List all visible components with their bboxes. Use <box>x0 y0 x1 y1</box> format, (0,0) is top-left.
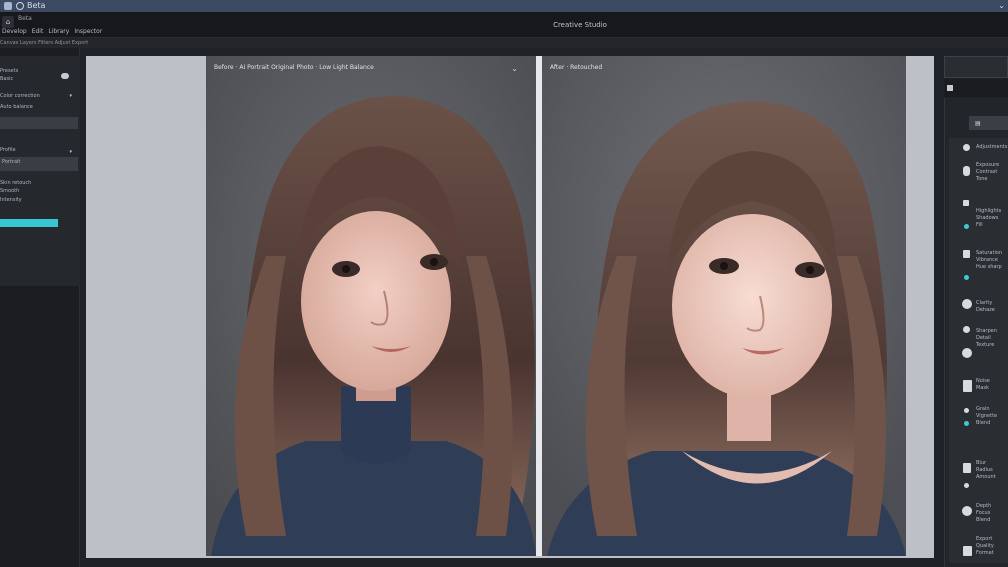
list-item[interactable]: Clarity Dehaze <box>976 300 995 314</box>
window-title: Beta <box>27 1 46 10</box>
window-menu-chevron-icon[interactable]: ⌄ <box>998 0 1005 12</box>
list-item-dot[interactable] <box>964 483 969 488</box>
layers-icon[interactable]: ▤ <box>975 120 981 127</box>
skin-smooth-option[interactable]: Smooth <box>0 188 19 194</box>
list-item[interactable]: Sharpen Detail Texture <box>976 328 997 349</box>
menu-item-library[interactable]: Library <box>48 28 69 35</box>
list-item[interactable]: Adjustments <box>976 144 1007 151</box>
main-menu: Develop Edit Library Inspector <box>2 28 102 35</box>
list-item-dot[interactable] <box>963 380 972 392</box>
list-item-dot[interactable] <box>964 408 969 413</box>
list-item-dot[interactable] <box>963 200 969 206</box>
window-icon[interactable] <box>16 2 24 10</box>
chevron-down-icon[interactable]: ⌄ <box>511 64 518 73</box>
menu-bar: ⌂ Beta Develop Edit Library Inspector Cr… <box>0 12 1008 38</box>
profile-field[interactable] <box>0 117 78 129</box>
before-viewer-label: Before · AI Portrait Original Photo · Lo… <box>214 64 374 71</box>
portrait-before-image <box>206 56 536 556</box>
intensity-label: Intensity <box>0 197 22 203</box>
sub-toolbar-text[interactable]: Canvas Layers Filters Adjust Export <box>0 39 88 48</box>
section-color-correction[interactable]: Color correction <box>0 93 40 99</box>
list-item-dot[interactable] <box>963 326 970 333</box>
status-dot <box>964 421 969 426</box>
app-icon <box>4 2 12 10</box>
list-item[interactable]: Noise Mask <box>976 378 990 392</box>
list-item[interactable]: Saturation Vibrance Hue sharp <box>976 250 1002 271</box>
preset-basic[interactable]: Basic <box>0 76 13 82</box>
list-item[interactable]: Depth Focus Blend <box>976 503 991 524</box>
after-viewer[interactable]: After · Retouched <box>542 56 906 556</box>
list-item[interactable]: Blur Radius Amount <box>976 460 996 481</box>
list-item[interactable]: Grain Vignette Blend <box>976 406 997 427</box>
intensity-slider[interactable] <box>0 219 58 227</box>
document-title: Creative Studio <box>553 21 607 29</box>
list-item-dot[interactable] <box>962 348 972 358</box>
auto-balance-option[interactable]: Auto balance <box>0 104 33 110</box>
cloud-icon[interactable] <box>61 73 69 79</box>
chevron-down-icon[interactable]: ▾ <box>69 149 72 155</box>
profile-portrait: Portrait <box>2 159 21 165</box>
right-panel-header[interactable] <box>944 56 1008 78</box>
list-item-dot[interactable] <box>962 299 972 309</box>
list-item[interactable]: Highlights Shadows Fill <box>976 208 1001 229</box>
section-profile[interactable]: Profile <box>0 147 16 153</box>
adjustment-list: Adjustments Exposure Contrast Tone Highl… <box>949 138 1008 563</box>
list-item[interactable]: Exposure Contrast Tone <box>976 162 999 183</box>
portrait-after-image <box>542 56 906 556</box>
status-dot <box>964 224 969 229</box>
section-skin-retouch[interactable]: Skin retouch <box>0 180 31 186</box>
list-item-dot[interactable] <box>963 463 971 473</box>
status-dot <box>964 275 969 280</box>
section-presets[interactable]: Presets <box>0 68 18 74</box>
list-item-dot[interactable] <box>963 144 970 151</box>
list-item-dot[interactable] <box>963 546 972 556</box>
chevron-down-icon[interactable]: ▾ <box>69 93 72 99</box>
sub-toolbar: Canvas Layers Filters Adjust Export <box>0 39 1008 48</box>
after-viewer-label: After · Retouched <box>550 64 603 71</box>
adjustment-panel: Presets Basic Color correction ▾ Auto ba… <box>0 56 80 286</box>
before-viewer[interactable]: Before · AI Portrait Original Photo · Lo… <box>206 56 536 556</box>
list-item-dot[interactable] <box>963 166 970 176</box>
panel-toggle-icon[interactable] <box>947 85 953 91</box>
list-item[interactable]: Export Quality Format <box>976 536 994 557</box>
menu-item-inspector[interactable]: Inspector <box>74 28 102 35</box>
menu-item-edit[interactable]: Edit <box>32 28 44 35</box>
list-item-dot[interactable] <box>962 506 972 516</box>
list-item-dot[interactable] <box>963 250 970 258</box>
right-panel-toolbar <box>944 79 1008 97</box>
right-panel: ▤ Adjustments Exposure Contrast Tone Hig… <box>944 98 1008 567</box>
left-sidebar: Presets Basic Color correction ▾ Auto ba… <box>0 48 80 567</box>
title-bar: Beta ⌄ <box>0 0 1008 12</box>
menu-item-develop[interactable]: Develop <box>2 28 27 35</box>
